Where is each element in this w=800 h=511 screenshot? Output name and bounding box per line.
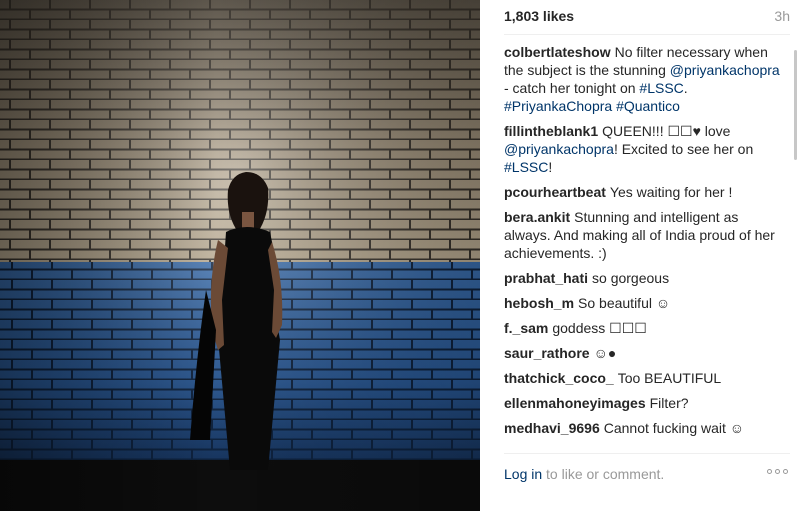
comment-username[interactable]: f._sam: [504, 320, 548, 336]
post-photo[interactable]: [0, 0, 480, 511]
comment-username[interactable]: bera.ankit: [504, 209, 570, 225]
comment-item: hebosh_m So beautiful ☺: [504, 294, 784, 312]
login-prompt-text: to like or comment.: [542, 466, 665, 482]
photo-illustration: [0, 0, 480, 511]
comment-text: Yes waiting for her !: [609, 184, 733, 200]
more-options-icon[interactable]: [767, 469, 788, 474]
divider: [504, 34, 790, 35]
comment-text: ☺●: [593, 345, 617, 361]
comment-username[interactable]: saur_rathore: [504, 345, 590, 361]
hashtag-link[interactable]: #Quantico: [616, 98, 680, 114]
comment-item: pcourheartbeat Yes waiting for her !: [504, 183, 784, 201]
comment-text: Cannot fucking wait ☺: [603, 420, 745, 436]
comment-username[interactable]: ellenmahoneyimages: [504, 395, 646, 411]
comment-text: So beautiful ☺: [578, 295, 671, 311]
comments-panel: 1,803 likes 3h colbertlateshow No filter …: [480, 0, 800, 511]
comment-text: ! Excited to see her on: [613, 141, 754, 157]
comment-list[interactable]: colbertlateshow No filter necessary when …: [504, 43, 784, 443]
comment-item: thatchick_coco_ Too BEAUTIFUL: [504, 369, 784, 387]
comment-username[interactable]: pcourheartbeat: [504, 184, 606, 200]
comment-item: saur_rathore ☺●: [504, 344, 784, 362]
comment-text: - catch her tonight on: [504, 80, 640, 96]
comment-username[interactable]: thatchick_coco_: [504, 370, 614, 386]
login-link[interactable]: Log in: [504, 466, 542, 482]
comment-item: colbertlateshow No filter necessary when …: [504, 43, 784, 115]
comment-footer: Log in to like or comment.: [504, 466, 788, 486]
hashtag-link[interactable]: #LSSC: [504, 159, 548, 175]
hashtag-link[interactable]: #LSSC: [639, 80, 683, 96]
post-time[interactable]: 3h: [774, 8, 790, 24]
hashtag-link[interactable]: #PriyankaChopra: [504, 98, 612, 114]
comment-text: .: [683, 80, 688, 96]
comment-username[interactable]: hebosh_m: [504, 295, 574, 311]
comment-item: f._sam goddess ☐☐☐: [504, 319, 784, 337]
comment-username[interactable]: colbertlateshow: [504, 44, 611, 60]
comment-item: ellenmahoneyimages Filter?: [504, 394, 784, 412]
comment-username[interactable]: prabhat_hati: [504, 270, 588, 286]
mention-link[interactable]: @priyankachopra: [504, 141, 614, 157]
comment-text: goddess ☐☐☐: [552, 320, 647, 336]
comment-item: bera.ankit Stunning and intelligent as al…: [504, 208, 784, 262]
mention-link[interactable]: @priyankachopra: [670, 62, 780, 78]
comment-text: Too BEAUTIFUL: [617, 370, 722, 386]
likes-row: 1,803 likes 3h: [504, 8, 790, 26]
divider: [504, 453, 790, 454]
comment-username[interactable]: fillintheblank1: [504, 123, 598, 139]
comment-text: !: [548, 159, 553, 175]
comment-text: so gorgeous: [592, 270, 670, 286]
post-view: 1,803 likes 3h colbertlateshow No filter …: [0, 0, 800, 511]
comment-item: medhavi_9696 Cannot fucking wait ☺: [504, 419, 784, 437]
comment-username[interactable]: medhavi_9696: [504, 420, 600, 436]
likes-count[interactable]: 1,803 likes: [504, 8, 574, 24]
comments-scrollbar[interactable]: [794, 50, 797, 160]
comment-item: prabhat_hati so gorgeous: [504, 269, 784, 287]
comment-item: fillintheblank1 QUEEN!!! ☐☐♥ love @priyan…: [504, 122, 784, 176]
comment-text: QUEEN!!! ☐☐♥ love: [602, 123, 731, 139]
comment-text: Filter?: [649, 395, 689, 411]
